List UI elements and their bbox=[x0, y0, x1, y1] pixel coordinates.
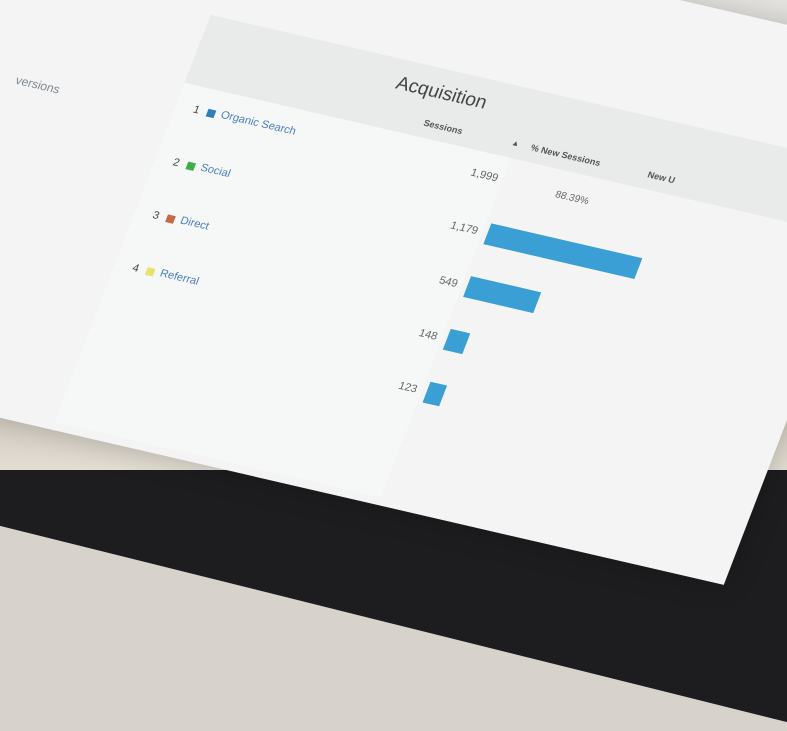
sort-asc-icon[interactable]: ▲ bbox=[510, 138, 521, 148]
color-swatch bbox=[144, 267, 156, 277]
row-rank: 3 bbox=[150, 209, 162, 223]
row-rank: 1 bbox=[191, 103, 202, 117]
channel-link[interactable]: Organic Search bbox=[219, 109, 298, 138]
row-rank: 4 bbox=[130, 262, 141, 275]
sessions-value: 549 bbox=[437, 274, 460, 290]
col-sessions[interactable]: Sessions bbox=[422, 118, 464, 136]
sessions-bar bbox=[442, 328, 471, 355]
sessions-value: 1,179 bbox=[448, 219, 480, 238]
sessions-value: 148 bbox=[416, 327, 440, 343]
group-title: Acquisition bbox=[392, 73, 491, 114]
row-rank: 2 bbox=[171, 156, 182, 170]
col-new-sessions[interactable]: % New Sessions bbox=[529, 143, 602, 168]
color-swatch bbox=[185, 161, 197, 171]
new-sessions-pct: 88.39% bbox=[553, 189, 591, 208]
col-new-users[interactable]: New U bbox=[646, 170, 676, 186]
sessions-bar bbox=[422, 381, 448, 407]
channel-link[interactable]: Direct bbox=[178, 215, 210, 233]
color-swatch bbox=[165, 214, 176, 224]
channel-link[interactable]: Social bbox=[199, 162, 233, 180]
sessions-value: 1,999 bbox=[468, 166, 501, 185]
sessions-value: 123 bbox=[396, 380, 419, 396]
sidebar-conversions-label: versions bbox=[13, 73, 63, 97]
channel-link[interactable]: Referral bbox=[158, 268, 200, 288]
color-swatch bbox=[205, 108, 217, 119]
